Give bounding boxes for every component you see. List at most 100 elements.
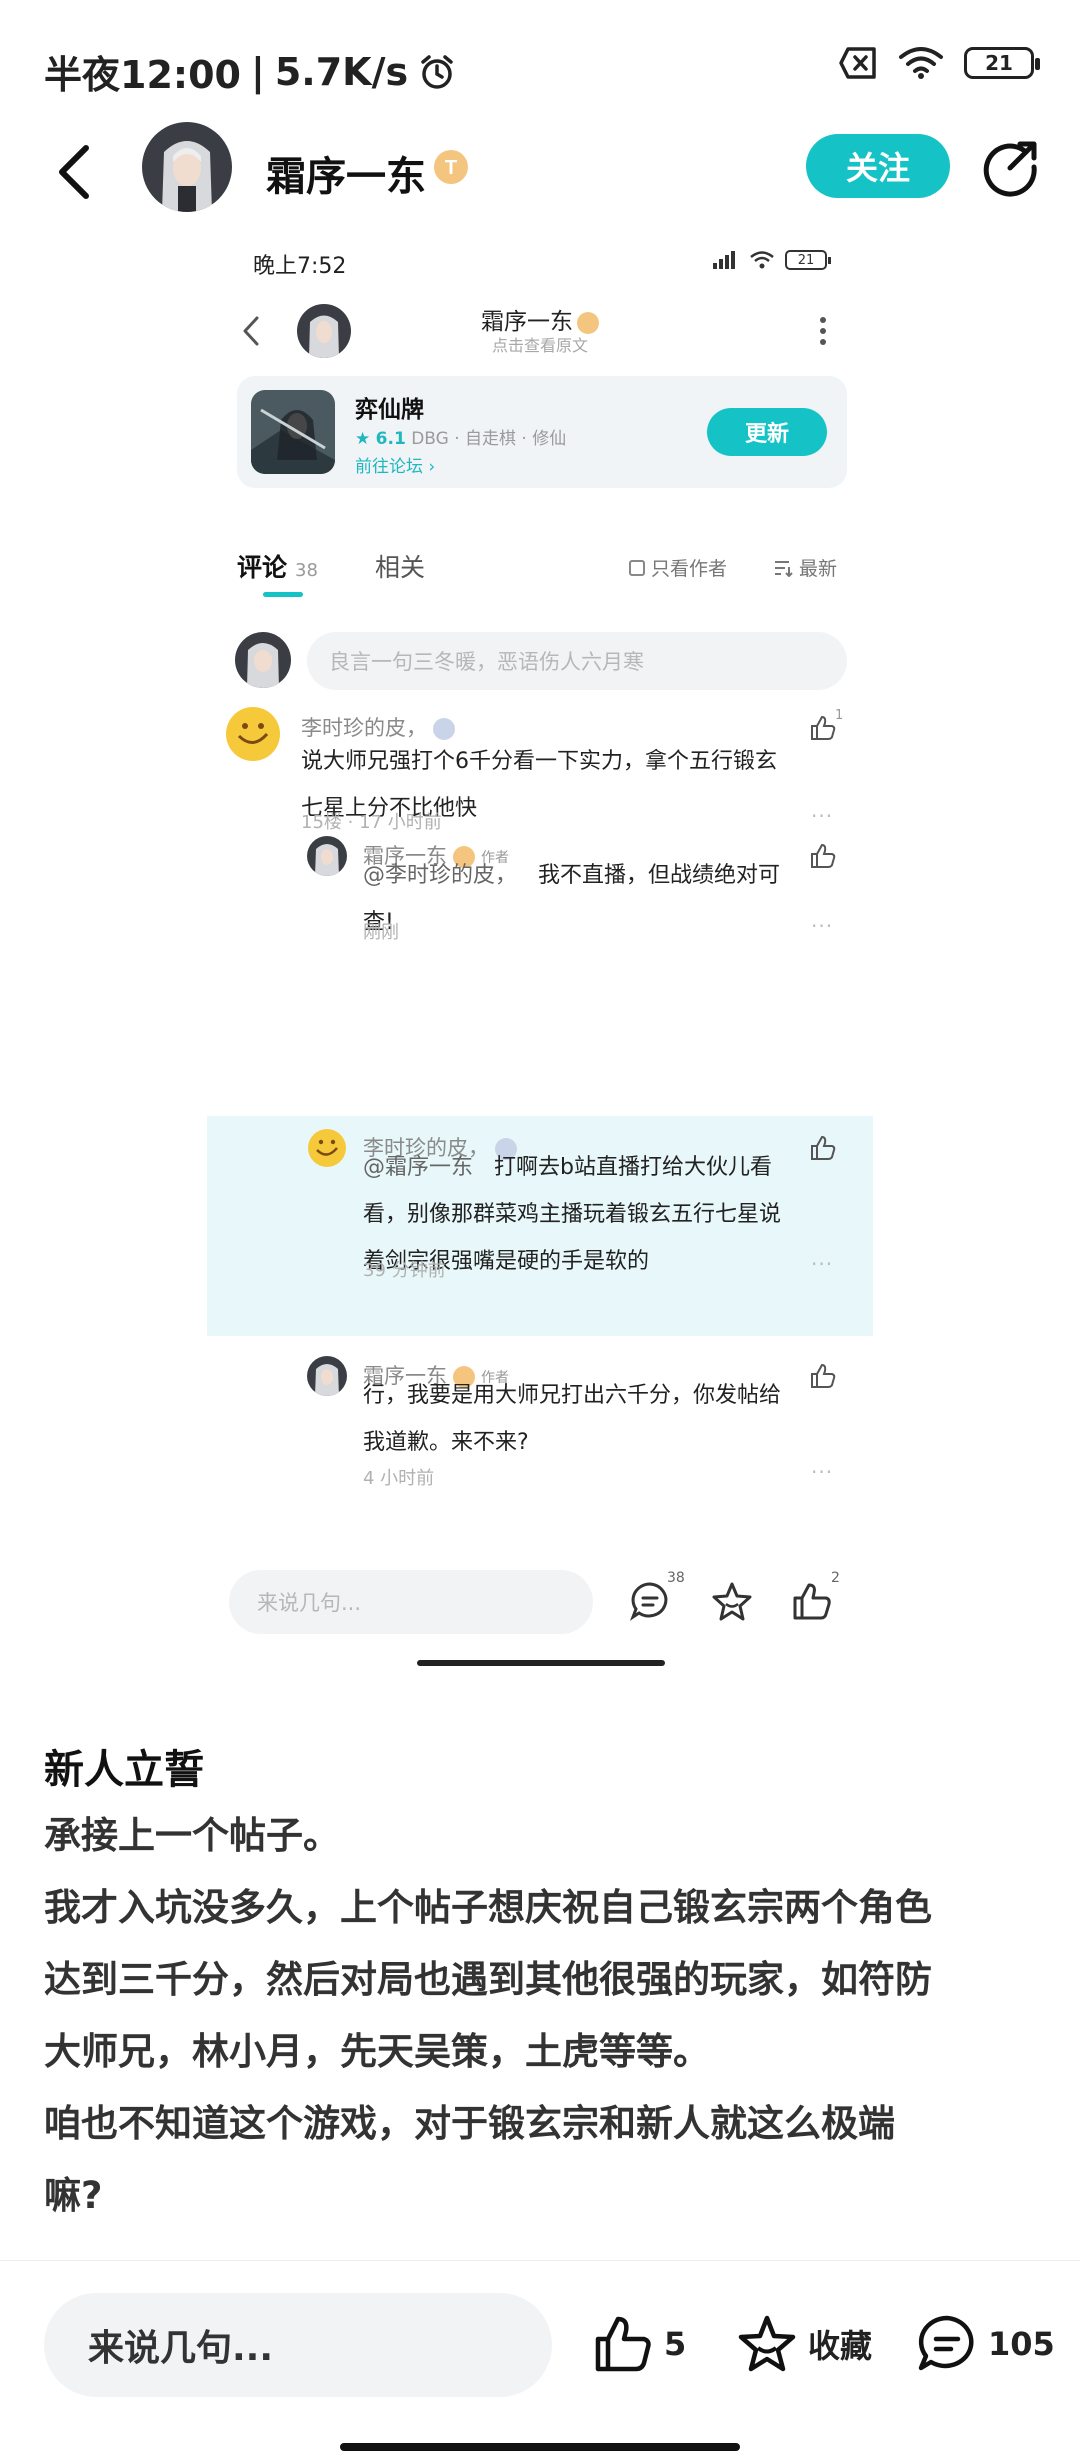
- embedded-title: 霜序一东: [207, 302, 873, 336]
- sim-off-icon: [839, 47, 876, 79]
- smiley-avatar: [307, 1128, 347, 1168]
- signal-icon: [713, 251, 735, 269]
- post-title: 新人立誓: [44, 1747, 204, 1793]
- game-tags: DBG · 自走棋 · 修仙: [411, 429, 567, 449]
- level-badge-icon: [433, 718, 455, 740]
- like-count: 2: [831, 1570, 840, 1586]
- like-icon: [811, 1135, 836, 1160]
- author-avatar[interactable]: [142, 122, 232, 212]
- comments-button[interactable]: 105: [916, 2313, 1055, 2375]
- status-right: 21: [838, 46, 1040, 80]
- star-outline-icon: [738, 2315, 796, 2372]
- game-score: 6.1: [375, 429, 406, 449]
- reply-line: 我道歉。来不来?: [363, 1430, 529, 1455]
- favorite-button[interactable]: 收藏: [736, 2313, 872, 2375]
- back-button[interactable]: [50, 142, 100, 202]
- reply-text: @李时珍的皮， 我不直播，但战绩绝对可 查!: [363, 852, 780, 946]
- wifi-icon: [899, 47, 943, 79]
- forum-link-label: 前往论坛: [355, 457, 423, 477]
- reply-item: 霜序一东 作者 @李时珍的皮， 我不直播，但战绩绝对可 查! 刚刚 ···: [207, 836, 873, 946]
- wifi-icon: [750, 251, 774, 269]
- tab-comments: 评论 38: [237, 548, 318, 584]
- author-name[interactable]: 霜序一东: [266, 144, 426, 202]
- chevron-right-icon: ›: [428, 457, 436, 477]
- post-paragraph: 承接上一个帖子。: [44, 1814, 340, 1857]
- embedded-tabs: 评论 38 相关 只看作者 最新: [207, 540, 873, 600]
- forum-link: 前往论坛 ›: [355, 452, 435, 477]
- embedded-header: 霜序一东 点击查看原文: [207, 292, 873, 372]
- comment-input: 良言一句三冬暖，恶语伤人六月寒: [307, 632, 847, 690]
- update-button: 更新: [707, 408, 827, 456]
- like-icon: [793, 1583, 831, 1620]
- reply-line: 看，别像那群菜鸡主播玩着锻玄五行七星说: [363, 1202, 782, 1227]
- game-cover-image: [251, 390, 335, 474]
- post-paragraph: 嘛?: [44, 2174, 103, 2217]
- reply-meta: 刚刚: [363, 922, 399, 943]
- reply-item: 霜序一东 作者 行，我要是用大师兄打出六千分，你发帖给 我道歉。来不来? 4 小时…: [207, 1356, 873, 1489]
- embedded-screenshot[interactable]: 晚上7:52 21 霜序一东 点击查看原文 弈仙牌 ★ 6.1 DBG · 自走…: [207, 236, 873, 1676]
- like-icon: [811, 1363, 836, 1388]
- my-avatar: [235, 632, 291, 688]
- reply-line: 行，我要是用大师兄打出六千分，你发帖给: [363, 1383, 782, 1408]
- tab-comments-count: 38: [295, 560, 318, 581]
- smiley-avatar: [225, 706, 281, 762]
- post-body: 新人立誓 承接上一个帖子。 我才入坑没多久，上个帖子想庆祝自己锻玄宗两个角色 达…: [44, 1740, 1044, 2232]
- embedded-status-time: 晚上7:52: [253, 254, 347, 279]
- level-badge-icon: T: [434, 150, 468, 184]
- more-dots-icon: ···: [811, 914, 834, 938]
- reply-item-highlighted: 李时珍的皮， @霜序一东 打啊去b站直播打给大伙儿看 看，别像那群菜鸡主播玩着锻…: [207, 1128, 873, 1328]
- svg-text:T: T: [445, 157, 457, 179]
- more-icon: [820, 317, 826, 345]
- status-time: 半夜12:00: [44, 53, 241, 97]
- sort-newest-label: 最新: [799, 558, 838, 580]
- comment-count: 105: [988, 2325, 1055, 2363]
- comment-author-name: 李时珍的皮，: [301, 716, 427, 740]
- reply-line: @李时珍的皮， 我不直播，但战绩绝对可: [363, 852, 780, 899]
- author-only-filter: 只看作者: [629, 554, 727, 581]
- alarm-icon: [421, 54, 453, 89]
- embedded-home-indicator: [417, 1660, 665, 1666]
- sort-newest: 最新: [773, 554, 837, 581]
- comment-icon: [918, 2315, 974, 2371]
- favorite-label: 收藏: [808, 2327, 873, 2365]
- like-icon: [811, 843, 836, 868]
- reply-text: 行，我要是用大师兄打出六千分，你发帖给 我道歉。来不来?: [363, 1372, 781, 1466]
- embedded-status-icons: 21: [711, 250, 831, 270]
- reply-line-text: 打啊去b站直播打给大伙儿看: [494, 1155, 772, 1180]
- comment-meta: 15楼 · 17 小时前: [301, 812, 442, 833]
- embedded-subtitle: 点击查看原文: [491, 336, 588, 355]
- game-name: 弈仙牌: [355, 397, 424, 423]
- like-button[interactable]: 5: [592, 2313, 686, 2375]
- status-separator: |: [250, 49, 265, 94]
- follow-button[interactable]: 关注: [806, 134, 950, 198]
- battery-indicator: 21: [964, 47, 1040, 79]
- embedded-bottom-bar: 来说几句... 38 2: [207, 1552, 873, 1642]
- comment-line: 说大师兄强打个6千分看一下实力，拿个五行锻玄: [301, 749, 777, 774]
- mention: @霜序一东: [363, 1155, 474, 1180]
- comment-icon: [629, 1582, 668, 1621]
- post-paragraph: 我才入坑没多久，上个帖子想庆祝自己锻玄宗两个角色: [44, 1886, 932, 1929]
- mention: @李时珍的皮，: [363, 863, 518, 888]
- more-dots-icon: ···: [811, 804, 834, 828]
- network-speed: 5.7K/s: [274, 49, 409, 94]
- status-bar: 半夜12:00 | 5.7K/s 21: [0, 0, 1080, 130]
- more-dots-icon: ···: [811, 1460, 834, 1484]
- reply-avatar: [307, 1356, 347, 1396]
- like-icon: [595, 2316, 651, 2372]
- checkbox-icon: [629, 559, 645, 576]
- reply-input[interactable]: 来说几句...: [44, 2293, 552, 2397]
- sort-icon: [775, 560, 793, 577]
- battery-indicator: 21: [785, 250, 831, 270]
- embedded-status-bar: 晚上7:52 21: [207, 236, 873, 286]
- share-icon[interactable]: [980, 136, 1042, 198]
- level-badge-icon: [577, 311, 599, 334]
- author-only-label: 只看作者: [651, 558, 728, 580]
- comment-count: 38: [667, 1570, 685, 1586]
- reply-line: 查!: [363, 910, 394, 935]
- reply-line: @霜序一东 打啊去b站直播打给大伙儿看: [363, 1144, 781, 1191]
- like-count: 1: [835, 708, 844, 723]
- status-left: 半夜12:00 | 5.7K/s: [44, 44, 456, 99]
- tab-comments-label: 评论: [237, 553, 288, 582]
- more-dots-icon: ···: [811, 1252, 834, 1276]
- embedded-bottom-input: 来说几句...: [229, 1570, 593, 1634]
